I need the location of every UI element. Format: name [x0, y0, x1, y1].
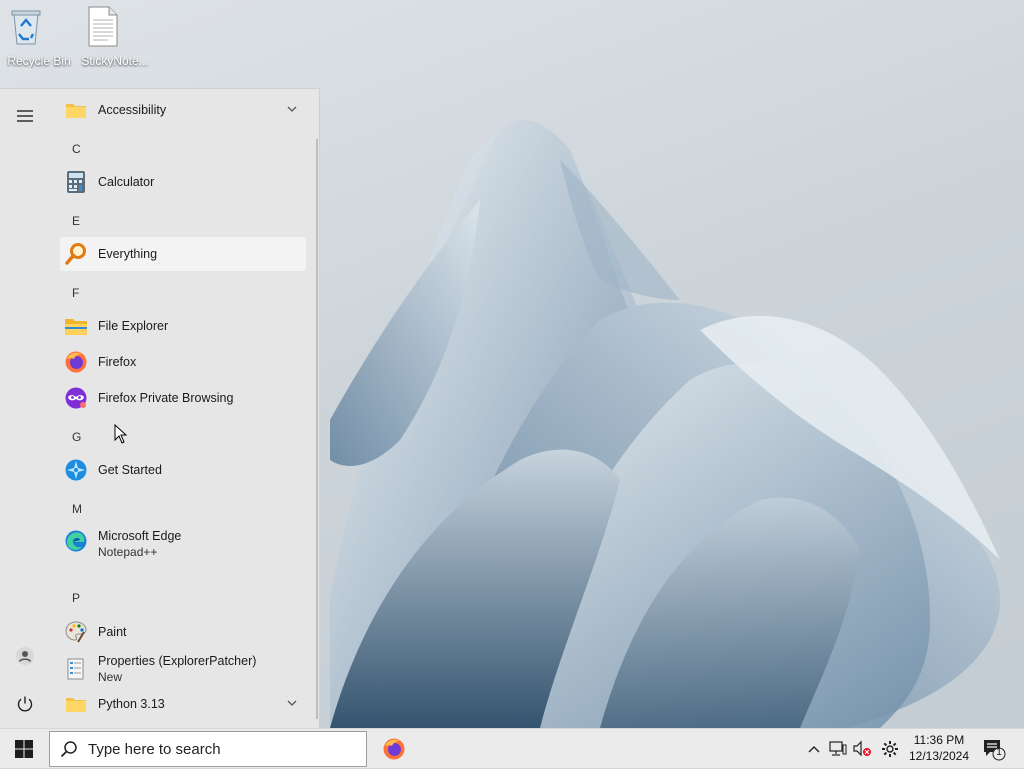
- chevron-up-icon: [808, 746, 820, 753]
- power-icon: [17, 696, 33, 712]
- app-list-scrollbar[interactable]: [316, 139, 318, 719]
- volume-muted-icon: [853, 740, 871, 757]
- user-account-button[interactable]: [8, 639, 42, 673]
- app-everything[interactable]: Everything: [60, 237, 306, 271]
- app-label: Accessibility: [98, 103, 167, 117]
- search-input[interactable]: [86, 739, 350, 759]
- app-label-group: Microsoft Edge Notepad++: [98, 529, 181, 559]
- settings-button[interactable]: [880, 739, 900, 759]
- user-icon: [16, 647, 34, 665]
- app-label: Everything: [98, 247, 158, 261]
- chevron-down-icon: [287, 700, 297, 706]
- magnifier-icon: [65, 243, 86, 265]
- app-label-notepadpp[interactable]: Notepad++: [98, 545, 181, 559]
- desktop-icon-recycle-bin[interactable]: Recycle Bin: [4, 4, 74, 68]
- app-label-group: Properties (ExplorerPatcher) New: [98, 654, 256, 684]
- firefox-private-icon: [65, 387, 87, 409]
- app-label: File Explorer: [98, 319, 169, 333]
- notification-center-button[interactable]: 1: [982, 737, 1006, 761]
- paint-palette-icon: [65, 621, 87, 643]
- calculator-icon: [67, 171, 85, 193]
- clock-time: 11:36 PM: [913, 733, 965, 747]
- windows-logo-icon: [15, 740, 33, 758]
- expand-menu-button[interactable]: [8, 99, 42, 133]
- chevron-down-icon: [287, 106, 297, 112]
- clock-date: 12/13/2024: [908, 749, 970, 763]
- desktop-icon-label: StickyNote...: [81, 54, 149, 68]
- app-label: Firefox Private Browsing: [98, 391, 234, 405]
- app-label: Properties (ExplorerPatcher): [98, 654, 257, 668]
- folder-icon: [66, 698, 86, 712]
- notification-count: 1: [996, 747, 1002, 758]
- start-menu: Accessibility C Calculator E Everything …: [0, 88, 320, 728]
- volume-button[interactable]: [852, 739, 872, 759]
- app-label: Calculator: [98, 175, 155, 189]
- app-label: Paint: [98, 625, 127, 639]
- letter-header-e[interactable]: E: [72, 214, 80, 228]
- desktop-icon-label: Recycle Bin: [7, 54, 71, 68]
- new-badge: New: [98, 670, 123, 684]
- app-properties-explorerpatcher[interactable]: Properties (ExplorerPatcher) New: [60, 649, 306, 689]
- app-label-edge: Microsoft Edge: [98, 529, 182, 543]
- network-icon: [829, 741, 847, 756]
- start-button[interactable]: [0, 729, 48, 769]
- letter-header-c[interactable]: C: [72, 142, 81, 156]
- letter-header-p[interactable]: P: [72, 591, 80, 605]
- file-explorer-icon: [65, 319, 87, 335]
- network-status-button[interactable]: [828, 739, 848, 759]
- taskbar-search-box[interactable]: [49, 731, 367, 767]
- app-file-explorer[interactable]: File Explorer: [60, 309, 306, 343]
- firefox-icon: [65, 351, 87, 373]
- app-label: Python 3.13: [98, 697, 165, 711]
- taskbar-clock[interactable]: 11:36 PM 12/13/2024: [906, 732, 972, 764]
- letter-header-m[interactable]: M: [72, 502, 82, 516]
- folder-icon: [66, 104, 86, 118]
- document-icon: [88, 6, 137, 52]
- taskbar: 11:36 PM 12/13/2024 1: [0, 728, 1024, 768]
- settings-icon: [882, 741, 898, 757]
- app-folder-python[interactable]: Python 3.13: [60, 687, 306, 721]
- mouse-cursor-icon: [114, 424, 128, 444]
- app-get-started[interactable]: Get Started: [60, 453, 306, 487]
- properties-icon: [67, 658, 84, 680]
- app-calculator[interactable]: Calculator: [60, 165, 306, 199]
- app-label: Firefox: [98, 355, 137, 369]
- firefox-icon: [383, 738, 405, 760]
- start-menu-rail: [0, 89, 50, 728]
- desktop-icon-stickynotes[interactable]: StickyNote...: [80, 4, 150, 68]
- taskbar-app-firefox[interactable]: [378, 733, 410, 765]
- app-list: Accessibility C Calculator E Everything …: [58, 89, 308, 728]
- app-label: Get Started: [98, 463, 162, 477]
- app-firefox[interactable]: Firefox: [60, 345, 306, 379]
- app-folder-accessibility[interactable]: Accessibility: [60, 93, 306, 127]
- app-paint[interactable]: Paint: [60, 615, 306, 649]
- edge-icon: [65, 530, 87, 552]
- app-microsoft-edge[interactable]: Microsoft Edge Notepad++: [60, 525, 306, 567]
- power-button[interactable]: [8, 687, 42, 721]
- letter-header-g[interactable]: G: [72, 430, 81, 444]
- search-icon: [60, 741, 77, 758]
- show-hidden-icons-button[interactable]: [804, 739, 824, 759]
- get-started-icon: [65, 459, 87, 481]
- hamburger-icon: [17, 110, 33, 122]
- recycle-bin-icon: [11, 8, 61, 52]
- letter-header-f[interactable]: F: [72, 286, 79, 300]
- app-firefox-private[interactable]: Firefox Private Browsing: [60, 381, 306, 415]
